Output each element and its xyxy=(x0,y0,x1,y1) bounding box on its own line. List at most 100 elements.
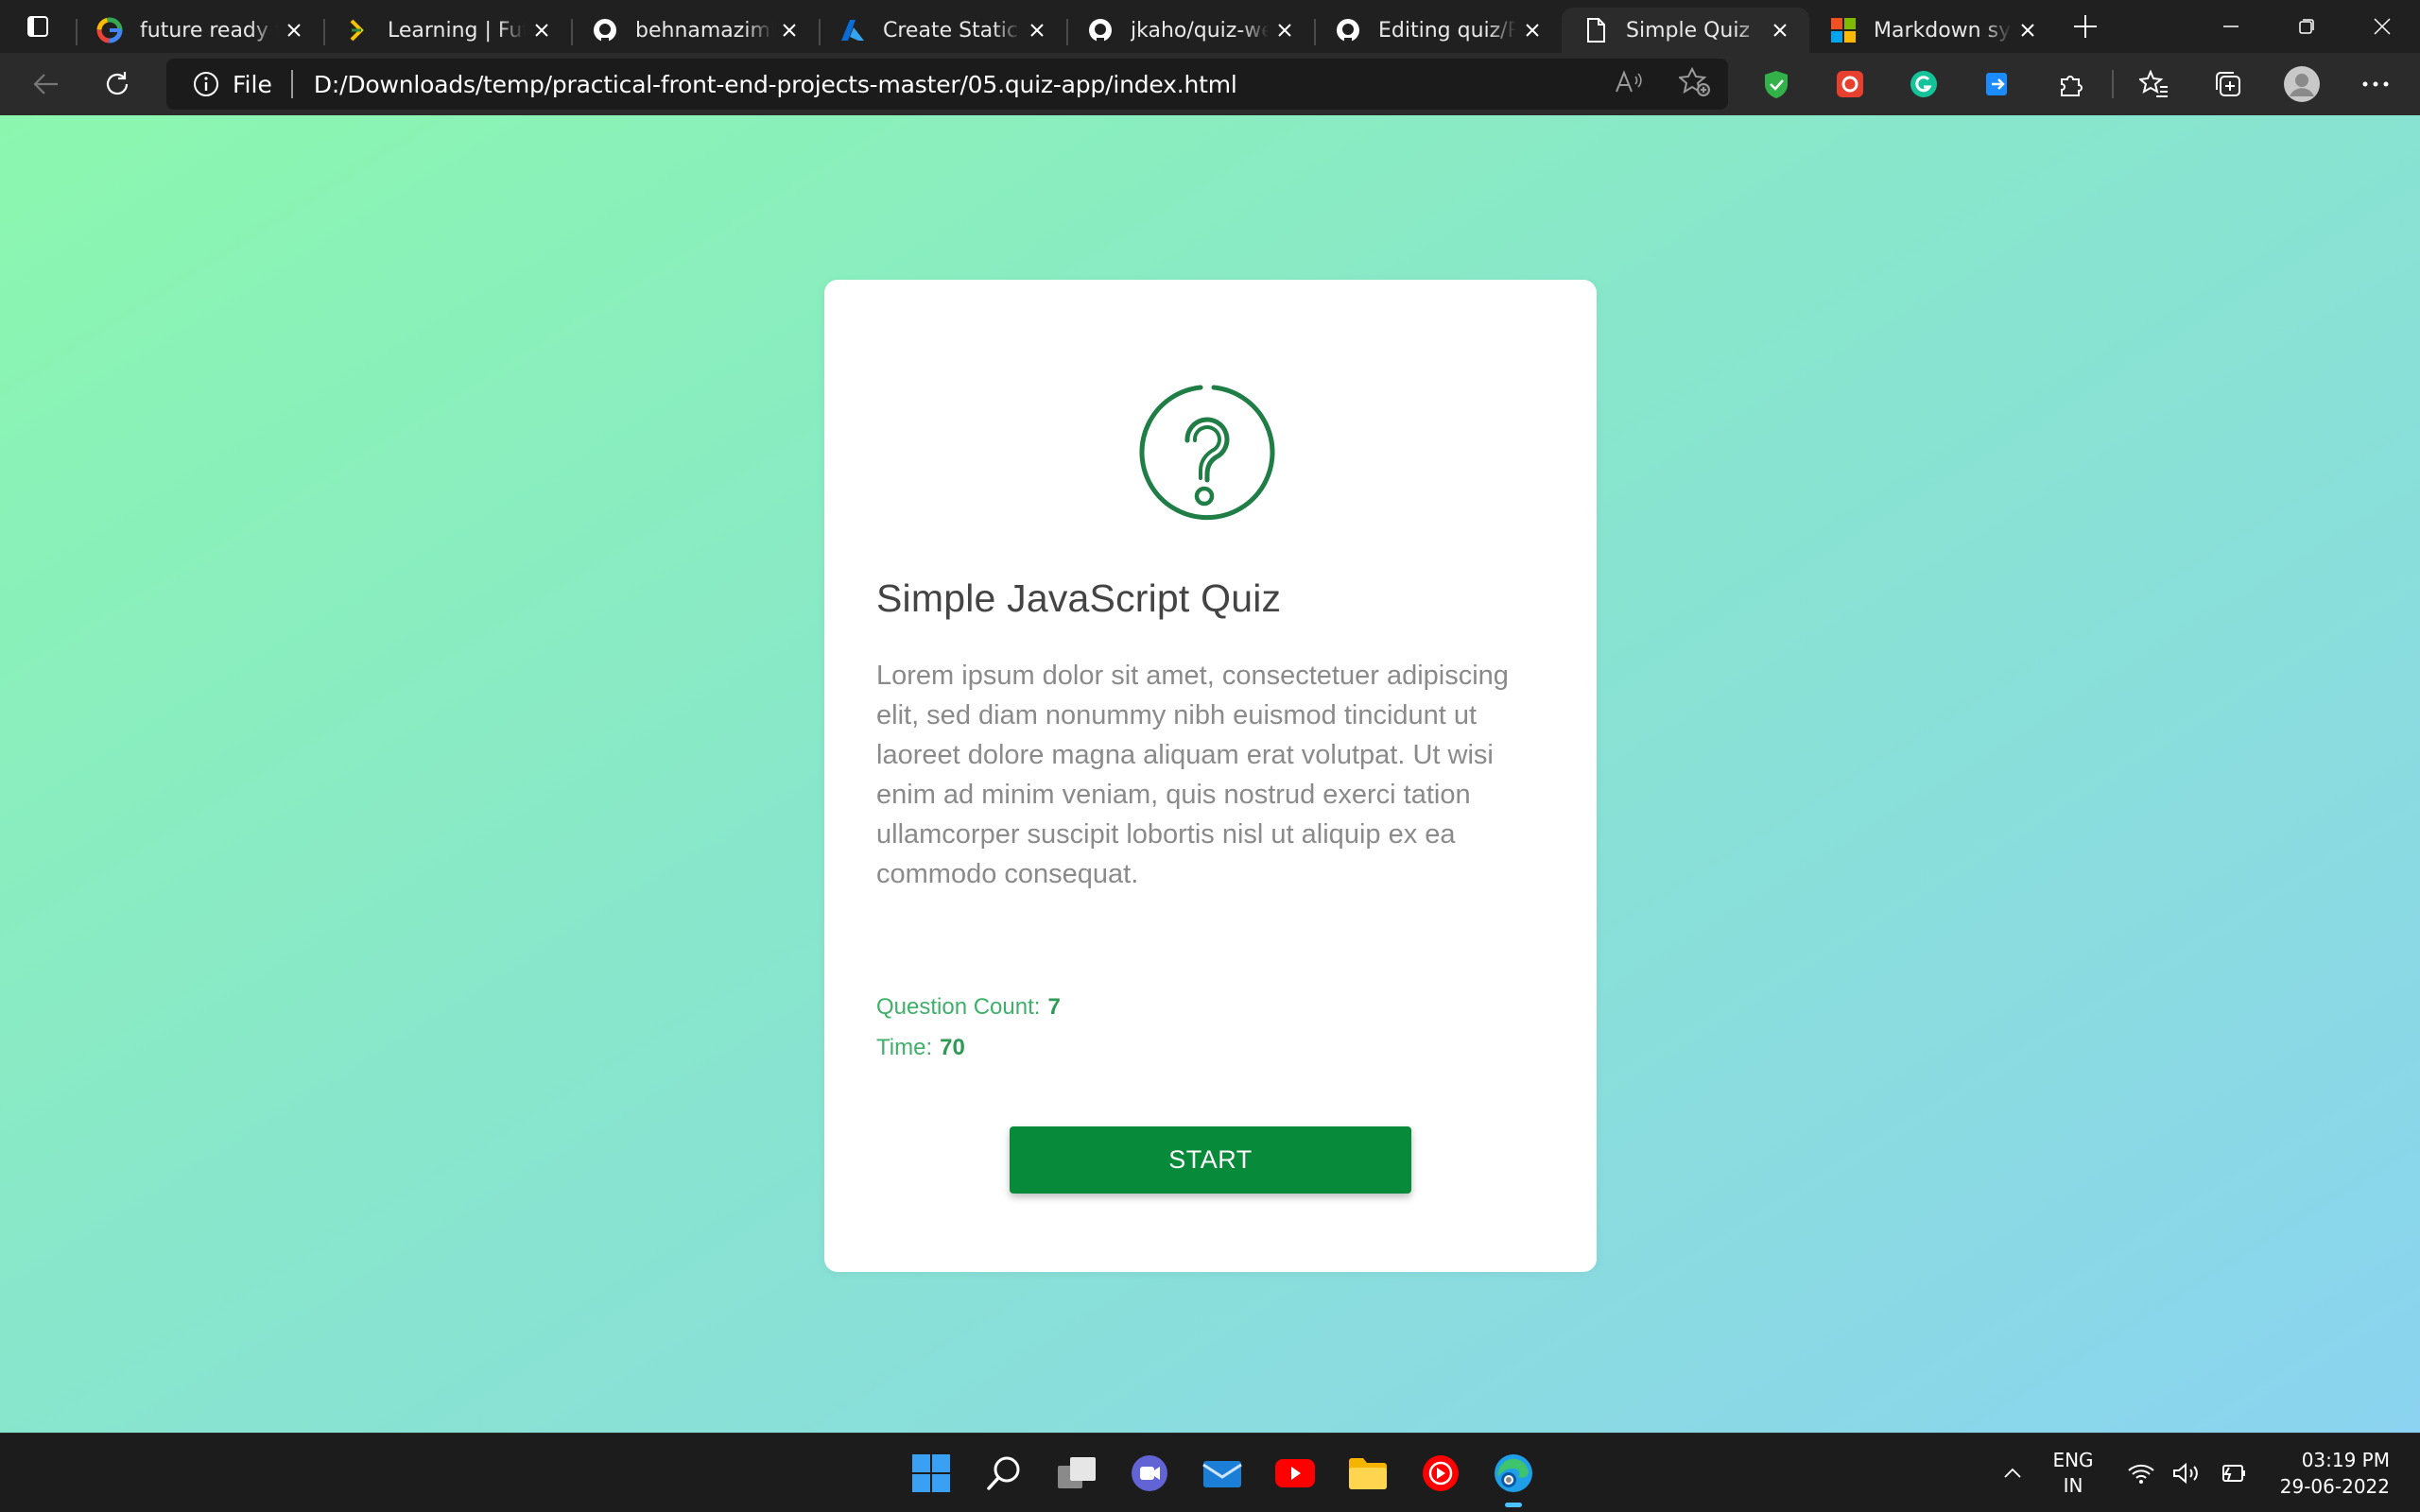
close-icon[interactable] xyxy=(773,14,805,46)
youtube-button[interactable] xyxy=(1258,1434,1331,1512)
more-menu-button[interactable] xyxy=(2339,53,2412,115)
taskbar-apps xyxy=(894,1434,1549,1512)
google-icon xyxy=(95,15,125,45)
tab-title: Markdown syntax xyxy=(1874,18,2012,43)
new-tab-button[interactable] xyxy=(2057,0,2114,53)
tab-separator xyxy=(1314,19,1316,45)
quick-settings-button[interactable] xyxy=(2127,1462,2246,1485)
translate-extension-icon[interactable] xyxy=(1961,53,2034,115)
volume-icon xyxy=(2173,1462,2198,1485)
windows-logo-icon xyxy=(911,1454,950,1492)
address-separator xyxy=(290,70,293,98)
github-icon xyxy=(1333,15,1363,45)
browser-toolbar: File D:/Downloads/temp/practical-front-e… xyxy=(0,53,2420,115)
grammarly-icon[interactable] xyxy=(1887,53,1961,115)
window-controls xyxy=(2193,0,2420,53)
address-bar[interactable]: File D:/Downloads/temp/practical-front-e… xyxy=(166,59,1728,110)
system-tray: ENG IN 03:19 PM 29-06-2022 xyxy=(1989,1434,2420,1512)
azure-icon xyxy=(838,15,868,45)
show-hidden-icons-button[interactable] xyxy=(1989,1468,2036,1479)
mail-button[interactable] xyxy=(1185,1434,1258,1512)
refresh-icon xyxy=(106,72,129,95)
youtube-music-button[interactable] xyxy=(1404,1434,1477,1512)
clock[interactable]: 03:19 PM 29-06-2022 xyxy=(2271,1447,2390,1500)
question-count-label: Question Count: xyxy=(876,994,1041,1020)
learning-chevron-icon xyxy=(342,15,372,45)
search-button[interactable] xyxy=(967,1434,1040,1512)
start-button[interactable]: START xyxy=(1010,1126,1411,1194)
mail-icon xyxy=(1201,1461,1242,1487)
youtube-icon xyxy=(1274,1459,1315,1487)
tab-create-static-web-app[interactable]: Create Static Web App xyxy=(819,8,1066,53)
chevron-up-icon xyxy=(2004,1468,2021,1478)
youtube-music-icon xyxy=(1422,1455,1459,1491)
chat-icon xyxy=(1131,1455,1167,1491)
file-explorer-button[interactable] xyxy=(1331,1434,1404,1512)
address-bar-actions xyxy=(1615,59,1711,110)
scheme-label: File xyxy=(233,70,272,98)
close-icon[interactable] xyxy=(278,14,310,46)
url-input[interactable]: D:/Downloads/temp/practical-front-end-pr… xyxy=(314,71,1237,98)
read-aloud-icon[interactable] xyxy=(1615,69,1645,99)
folder-icon xyxy=(1348,1458,1387,1489)
close-window-button[interactable] xyxy=(2344,0,2420,53)
close-icon[interactable] xyxy=(1021,14,1053,46)
tab-learning-future-ready[interactable]: Learning | Future Ready Talent xyxy=(323,8,571,53)
microsoft-icon xyxy=(1828,15,1858,45)
arrow-left-icon xyxy=(33,74,58,94)
tab-actions-button[interactable] xyxy=(0,0,76,53)
quiz-card: Simple JavaScript Quiz Lorem ipsum dolor… xyxy=(824,280,1597,1272)
add-favorite-icon[interactable] xyxy=(1677,66,1711,101)
edge-browser-button[interactable] xyxy=(1477,1434,1549,1512)
input-language-indicator[interactable]: ENG IN xyxy=(2036,1448,2110,1499)
question-mark-icon xyxy=(1139,385,1275,521)
language-code: ENG xyxy=(2052,1449,2094,1471)
page-viewport: Simple JavaScript Quiz Lorem ipsum dolor… xyxy=(0,115,2420,1433)
extensions-puzzle-icon[interactable] xyxy=(2034,53,2108,115)
language-region: IN xyxy=(2063,1474,2083,1497)
tab-markdown-syntax[interactable]: Markdown syntax xyxy=(1809,8,2057,53)
close-icon[interactable] xyxy=(2012,14,2044,46)
minimize-button[interactable] xyxy=(2193,0,2269,53)
plus-icon xyxy=(2074,15,2097,38)
record-extension-icon[interactable] xyxy=(1813,53,1887,115)
refresh-button[interactable] xyxy=(89,58,146,111)
favorites-icon[interactable] xyxy=(2118,53,2191,115)
close-icon[interactable] xyxy=(1269,14,1301,46)
tab-behnamazimi[interactable]: behnamazimi/practical xyxy=(571,8,819,53)
clock-date: 29-06-2022 xyxy=(2279,1475,2390,1498)
tab-editing-quiz-readme[interactable]: Editing quiz/README xyxy=(1314,8,1562,53)
restore-button[interactable] xyxy=(2269,0,2344,53)
quiz-title: Simple JavaScript Quiz xyxy=(876,576,1282,620)
back-button[interactable] xyxy=(17,58,74,111)
search-icon xyxy=(986,1456,1019,1490)
clock-time: 03:19 PM xyxy=(2301,1449,2390,1471)
tab-title: future ready talent xyxy=(140,18,278,43)
close-icon[interactable] xyxy=(1516,14,1548,46)
tab-title: Learning | Future Ready Talent xyxy=(388,18,526,43)
github-icon xyxy=(590,15,620,45)
tab-title: Editing quiz/README xyxy=(1378,18,1516,43)
restore-icon xyxy=(2299,19,2314,34)
adblock-shield-icon[interactable] xyxy=(1739,53,1813,115)
collections-icon[interactable] xyxy=(2191,53,2265,115)
tab-title: Simple Quiz xyxy=(1626,18,1751,43)
task-view-icon xyxy=(1057,1457,1096,1488)
wifi-icon xyxy=(2128,1464,2154,1484)
close-icon[interactable] xyxy=(526,14,558,46)
task-view-button[interactable] xyxy=(1040,1434,1113,1512)
close-icon[interactable] xyxy=(1764,14,1796,46)
site-info-button[interactable]: File xyxy=(193,71,272,98)
minimize-icon xyxy=(2223,26,2238,27)
tab-simple-quiz[interactable]: Simple Quiz xyxy=(1562,8,1809,53)
tab-title: behnamazimi/practical xyxy=(635,18,773,43)
quiz-description: Lorem ipsum dolor sit amet, consectetuer… xyxy=(876,661,1509,889)
toolbar-divider xyxy=(2112,70,2114,98)
teams-chat-button[interactable] xyxy=(1113,1434,1185,1512)
tab-separator xyxy=(819,19,821,45)
start-menu-button[interactable] xyxy=(894,1434,967,1512)
profile-avatar[interactable] xyxy=(2265,53,2339,115)
tab-future-ready-talent[interactable]: future ready talent xyxy=(76,8,323,53)
question-count-row: Question Count: 7 xyxy=(876,994,1061,1021)
tab-jkaho-quiz[interactable]: jkaho/quiz-web-app xyxy=(1066,8,1314,53)
